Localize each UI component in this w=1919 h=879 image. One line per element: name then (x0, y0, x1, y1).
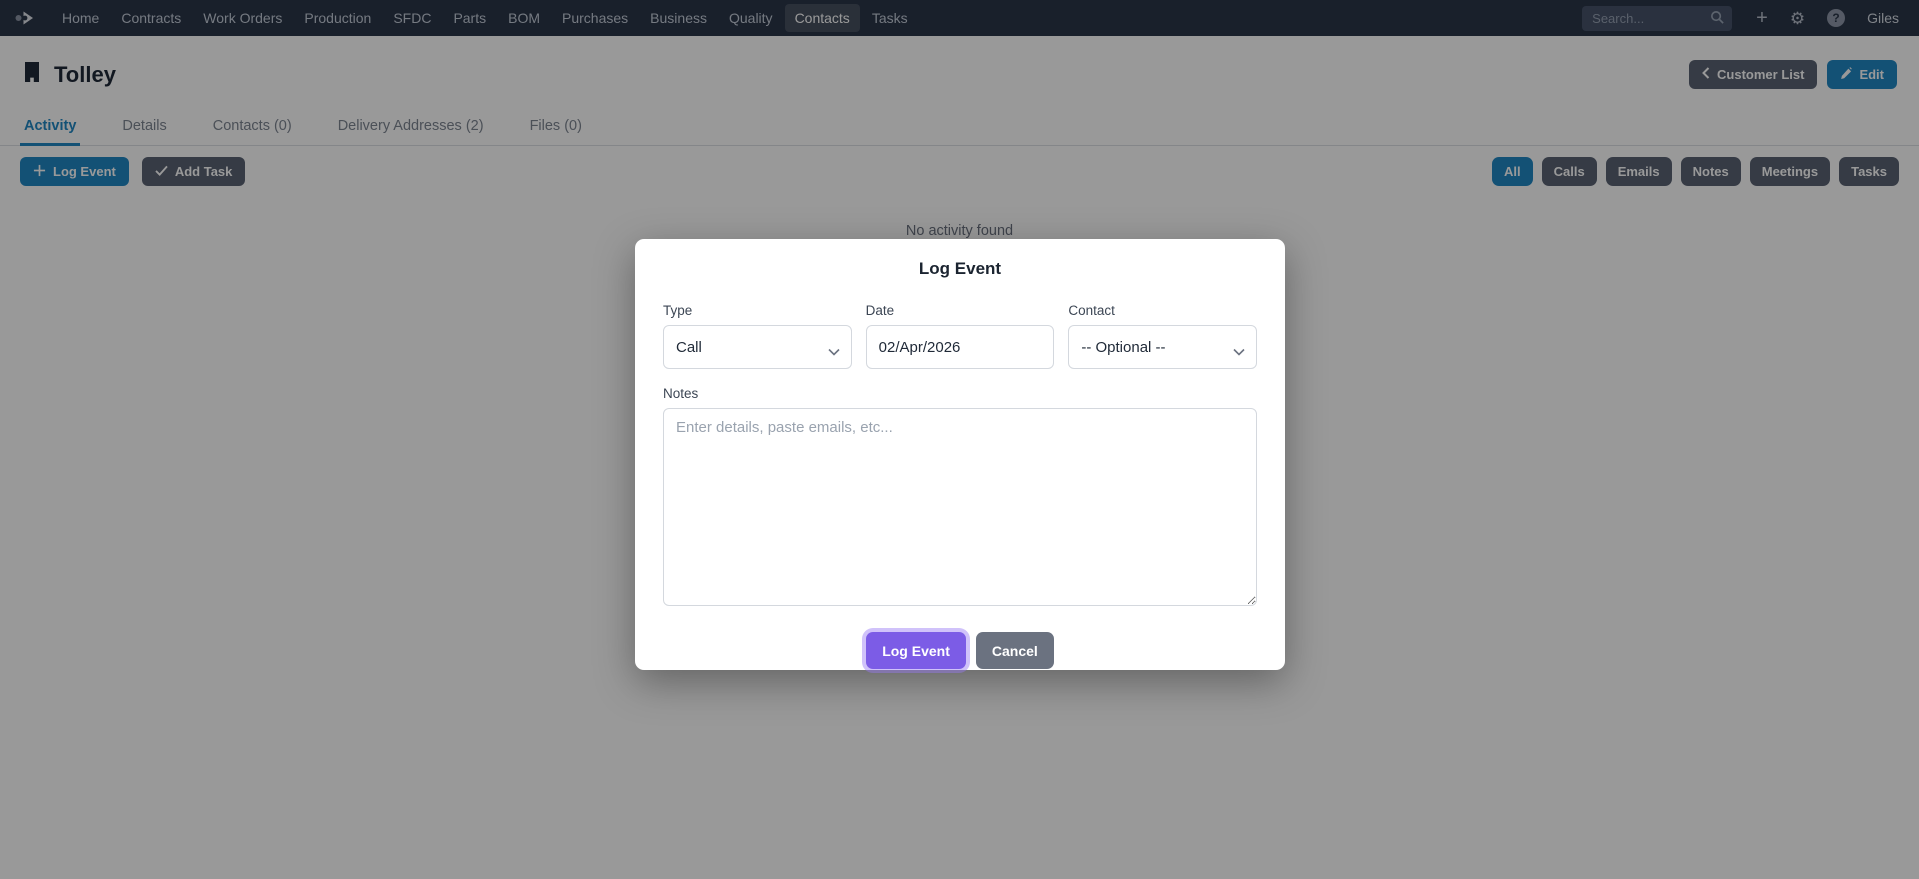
chevron-down-icon (828, 343, 840, 360)
date-label: Date (865, 303, 895, 318)
type-label: Type (663, 303, 693, 318)
notes-label: Notes (663, 386, 699, 401)
notes-textarea[interactable] (663, 408, 1257, 606)
modal-footer: Log Event Cancel (663, 632, 1257, 669)
contact-value: -- Optional -- (1081, 338, 1166, 356)
date-input[interactable] (865, 325, 1055, 369)
contact-select[interactable]: -- Optional -- (1068, 325, 1258, 369)
modal-log-event-button[interactable]: Log Event (866, 632, 966, 669)
type-value: Call (676, 338, 702, 356)
modal-title: Log Event (918, 259, 1002, 278)
date-field: Date (865, 303, 1055, 369)
contact-field: Contact -- Optional -- (1068, 303, 1258, 369)
contact-label: Contact (1068, 303, 1115, 318)
type-select[interactable]: Call (663, 325, 852, 369)
type-field: Type Call (663, 303, 852, 369)
chevron-down-icon (1233, 343, 1245, 360)
notes-field: Notes (663, 386, 1257, 611)
modal-field-row: Type Call Date Contact -- Optional -- (663, 303, 1258, 369)
log-event-modal: Log Event Type Call Date Contact -- Opti… (635, 239, 1285, 670)
modal-cancel-button[interactable]: Cancel (975, 632, 1054, 669)
